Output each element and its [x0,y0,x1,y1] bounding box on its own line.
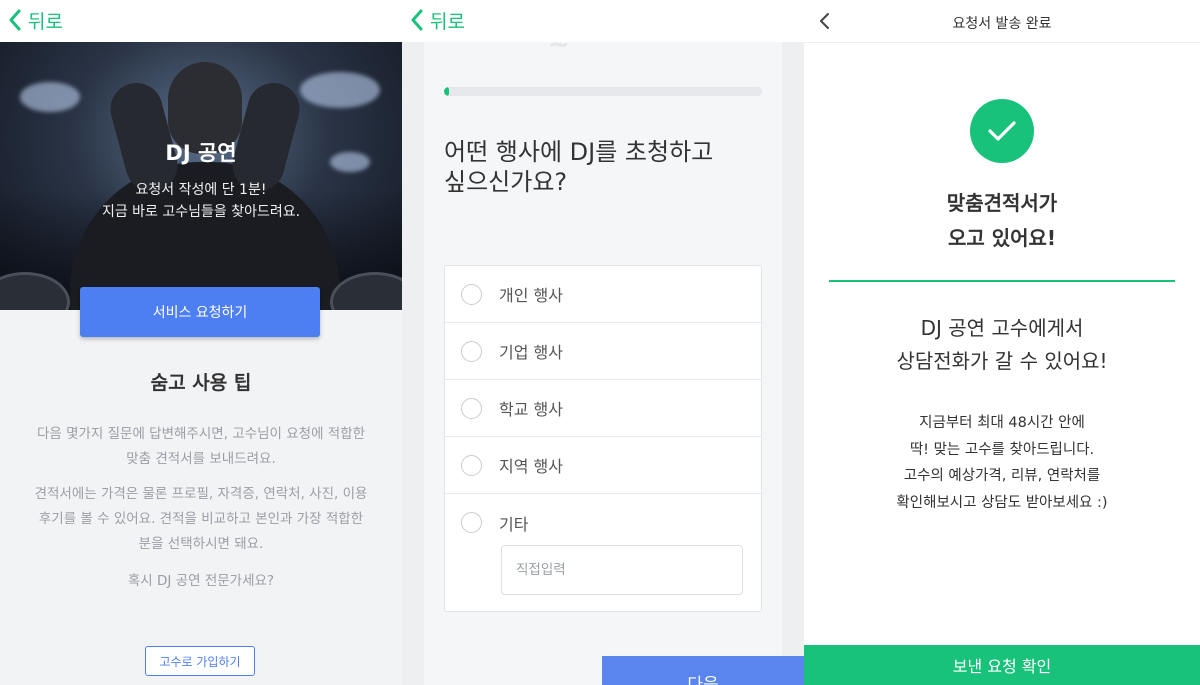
request-sent-screen: 요청서 발송 완료 맞춤견적서가 오고 있어요! DJ 공연 고수에게서 상담전… [804,0,1200,685]
hero-title: DJ 공연 [165,141,237,165]
chevron-left-icon [411,9,423,31]
back-button[interactable]: 뒤로 [410,6,465,34]
option-school-event[interactable]: 학교 행사 [445,380,761,437]
tips-line: 견적서에는 가격은 물론 프로필, 자격증, 연락처, 사진, 이용 [34,486,368,502]
progress-fill [444,87,449,96]
radio-button[interactable] [461,512,482,533]
question-line: 어떤 행사에 DJ를 초청하고 [444,138,714,166]
completion-title: 맞춤견적서가 오고 있어요! [804,186,1200,256]
divider [829,280,1175,282]
option-other[interactable]: 기타 [445,494,761,551]
info-text: 지금부터 최대 48시간 안에 딱! 맞는 고수를 찾아드립니다. 고수의 예상… [804,410,1200,516]
question-title: 어떤 행사에 DJ를 초청하고 싶으신가요? [444,137,764,197]
custom-input-field[interactable] [501,545,743,595]
option-label: 기업 행사 [499,343,563,362]
hero-subtitle-line: 요청서 작성에 단 1분! [135,182,267,198]
hero-subtitle-line: 지금 바로 고수님들을 찾아드려요. [101,204,301,220]
info-line: 딱! 맞는 고수를 찾아드립니다. [909,441,1095,458]
progress-bar [444,87,762,96]
option-label: 지역 행사 [499,457,563,476]
pro-question: 혹시 DJ 공연 전문가세요? [127,573,275,589]
tips-line: 후기를 볼 수 있어요. 견적을 비교하고 본인과 가장 적합한 [38,511,364,527]
question-screen: 뒤로 ~ 어떤 행사에 DJ를 초청하고 싶으신가요? 개인 행사 기업 행사 … [402,0,804,685]
next-button[interactable]: 다음 [602,656,804,685]
question-line: 싶으신가요? [444,168,568,196]
service-request-button[interactable]: 서비스 요청하기 [80,287,320,337]
completion-line: 맞춤견적서가 [946,191,1058,215]
option-local-event[interactable]: 지역 행사 [445,437,761,494]
option-list: 개인 행사 기업 행사 학교 행사 지역 행사 기타 [444,265,762,612]
tips-line: 다음 몇가지 질문에 답변해주시면, 고수님이 요청에 적합한 [36,426,366,442]
tips-line: 맞춤 견적서를 보내드려요. [126,451,276,467]
signup-as-pro-button[interactable]: 고수로 가입하기 [145,646,255,676]
radio-button[interactable] [461,454,482,476]
radio-button[interactable] [461,283,482,305]
hero-image: DJ 공연 요청서 작성에 단 1분! 지금 바로 고수님들을 찾아드려요. [0,42,402,310]
top-bar: 뒤로 [402,0,804,42]
back-label: 뒤로 [28,10,63,33]
top-bar: 뒤로 [0,0,402,42]
call-message: DJ 공연 고수에게서 상담전화가 갈 수 있어요! [804,312,1200,378]
tips-paragraph: 견적서에는 가격은 물론 프로필, 자격증, 연락처, 사진, 이용 후기를 볼… [14,482,388,557]
info-line: 지금부터 최대 48시간 안에 [919,415,1085,431]
info-line: 고수의 예상가격, 리뷰, 연락처를 [903,468,1101,484]
hero-subtitle: 요청서 작성에 단 1분! 지금 바로 고수님들을 찾아드려요. [0,179,402,223]
tips-line: 분을 선택하시면 돼요. [138,536,264,552]
page-title: 요청서 발송 완료 [952,16,1052,32]
option-label: 기타 [499,514,529,534]
info-line: 확인해보시고 상담도 받아보세요 :) [896,494,1108,511]
back-button[interactable]: 뒤로 [8,6,63,34]
option-label: 개인 행사 [499,286,563,305]
option-personal-event[interactable]: 개인 행사 [445,266,761,323]
call-line: 상담전화가 갈 수 있어요! [896,349,1108,373]
logo-watermark: ~ [548,30,570,60]
completion-line: 오고 있어요! [947,226,1057,250]
tips-paragraph: 다음 몇가지 질문에 답변해주시면, 고수님이 요청에 적합한 맞춤 견적서를 … [14,422,388,472]
view-sent-request-button[interactable]: 보낸 요청 확인 [804,645,1200,685]
service-intro-screen: 뒤로 DJ 공연 요청서 작성에 단 1분! 지금 바로 고수님들을 찾아드려요… [0,0,402,685]
radio-button[interactable] [461,340,482,362]
radio-button[interactable] [461,397,482,419]
tips-title: 숨고 사용 팁 [150,372,252,394]
top-bar: 요청서 발송 완료 [804,0,1200,43]
back-label: 뒤로 [430,10,465,33]
option-corporate-event[interactable]: 기업 행사 [445,323,761,380]
check-icon [970,99,1034,163]
option-label: 학교 행사 [499,400,563,419]
call-line: DJ 공연 고수에게서 [920,316,1084,340]
chevron-left-icon [9,9,21,31]
